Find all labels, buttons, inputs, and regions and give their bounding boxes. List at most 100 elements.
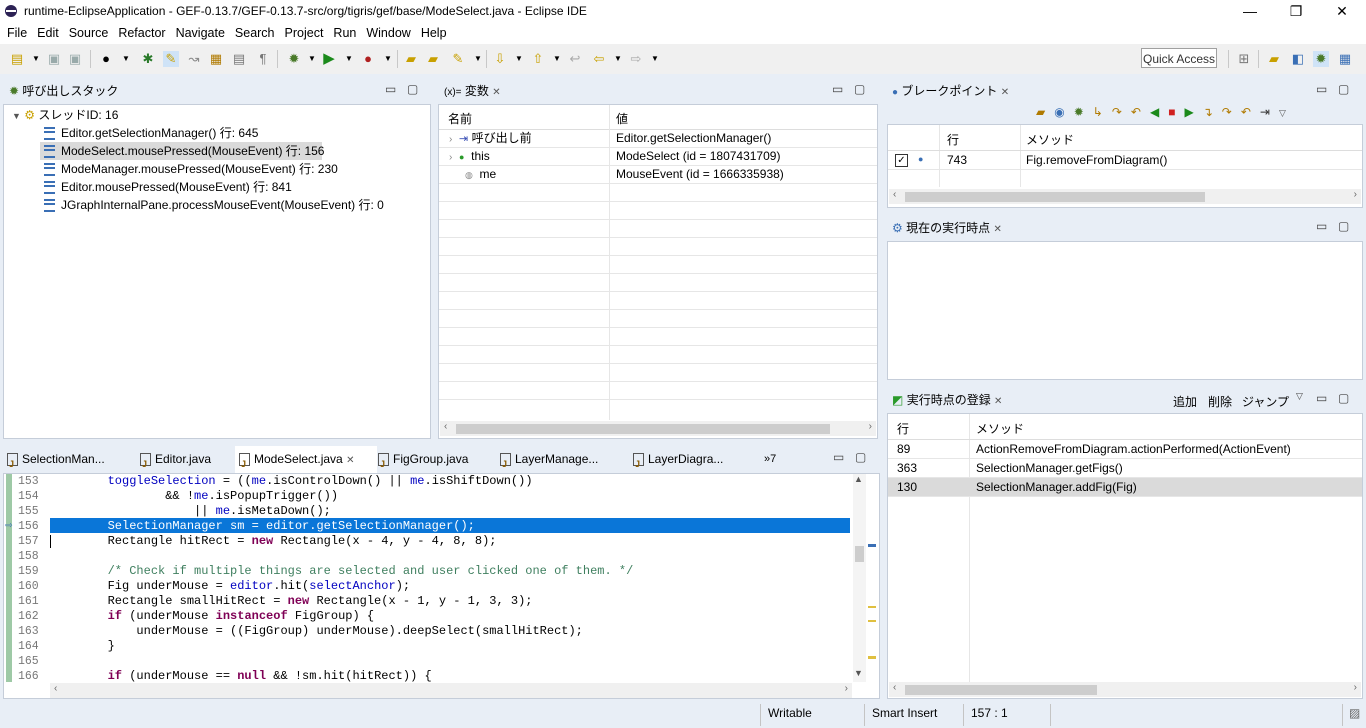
menu-navigate[interactable]: Navigate	[171, 24, 230, 40]
minimize-view-icon[interactable]: ▭	[385, 82, 396, 96]
java-ee-perspective-icon[interactable]: ▰	[1266, 51, 1282, 67]
close-button[interactable]: ✕	[1319, 0, 1365, 24]
quick-access-input[interactable]: Quick Access	[1141, 48, 1217, 68]
menu-help[interactable]: Help	[416, 24, 452, 40]
stack-frame[interactable]: ModeManager.mousePressed(MouseEvent) 行: …	[44, 160, 338, 178]
column-header-line[interactable]: 行	[897, 420, 909, 437]
column-header-method[interactable]: メソッド	[976, 420, 1024, 437]
column-header-method[interactable]: メソッド	[1026, 131, 1074, 148]
open-type-icon[interactable]: ▰	[425, 51, 441, 67]
chevron-down-icon[interactable]: ▼	[118, 51, 134, 67]
thread-node[interactable]: ▼ ⚙ スレッドID: 16	[12, 106, 118, 124]
tab-selectionmanager[interactable]: SelectionMan...	[7, 446, 105, 478]
minimize-view-icon[interactable]: ▭	[833, 450, 844, 464]
registry-line[interactable]: 130	[897, 478, 917, 496]
breakpoint-toggle-icon[interactable]: ✱	[140, 51, 156, 67]
view-menu-icon[interactable]: ▽	[1296, 391, 1303, 402]
horizontal-scrollbar[interactable]: ‹ ›	[50, 683, 852, 698]
java-perspective-icon[interactable]: ◧	[1290, 51, 1306, 67]
last-edit-icon[interactable]: ↩	[567, 51, 583, 67]
back-icon[interactable]: ⇦	[591, 51, 607, 67]
menu-project[interactable]: Project	[280, 24, 329, 40]
minimize-view-icon[interactable]: ▭	[832, 82, 843, 96]
breakpoint-method[interactable]: Fig.removeFromDiagram()	[1026, 151, 1167, 169]
stack-frame[interactable]: Editor.getSelectionManager() 行: 645	[44, 124, 258, 142]
next-annotation-icon[interactable]: ⇩	[492, 51, 508, 67]
registry-line[interactable]: 363	[897, 459, 917, 477]
breakpoint-toolbar[interactable]: ▰◉✹↳↷↶◀■▶↴↷↶⇥▽	[1036, 105, 1295, 119]
menu-run[interactable]: Run	[328, 24, 361, 40]
overview-marker[interactable]	[868, 656, 876, 659]
variable-row[interactable]: › ● this	[449, 147, 490, 165]
chevron-down-icon[interactable]: ▼	[470, 51, 486, 67]
breakpoint-line[interactable]: 743	[947, 151, 967, 169]
horizontal-scrollbar[interactable]: ‹ ›	[889, 189, 1361, 204]
save-icon[interactable]: ▣	[46, 51, 62, 67]
notification-icon[interactable]: ▨	[1349, 706, 1360, 720]
overview-marker[interactable]	[868, 606, 876, 622]
menu-file[interactable]: File	[2, 24, 32, 40]
code-editor[interactable]: ⇨ 153 toggleSelection = ((me.isControlDo…	[3, 473, 880, 699]
chevron-down-icon[interactable]: ▼	[511, 51, 527, 67]
menu-edit[interactable]: Edit	[32, 24, 64, 40]
debug-icon[interactable]: ✹	[286, 51, 302, 67]
tab-registry[interactable]: ◩ 実行時点の登録 ✕	[886, 387, 1009, 413]
perspective-icon[interactable]: ●	[98, 51, 114, 67]
tab-variables[interactable]: (x)= 変数 ✕	[438, 78, 507, 104]
restore-button[interactable]: ❐	[1273, 0, 1319, 24]
list-icon[interactable]: ▤	[231, 51, 247, 67]
menu-source[interactable]: Source	[64, 24, 114, 40]
stack-frame[interactable]: Editor.mousePressed(MouseEvent) 行: 841	[44, 178, 292, 196]
breakpoint-checkbox[interactable]: ✓	[895, 154, 908, 167]
tab-callstack[interactable]: ✹ 呼び出しスタック	[3, 78, 125, 104]
paragraph-icon[interactable]: ¶	[255, 51, 271, 67]
overview-marker[interactable]	[868, 544, 876, 547]
resource-perspective-icon[interactable]: ▦	[1337, 51, 1353, 67]
chevron-down-icon[interactable]: ▼	[647, 51, 663, 67]
new-icon[interactable]: ▤	[9, 51, 25, 67]
more-tabs-button[interactable]: »7	[764, 446, 776, 473]
column-header-name[interactable]: 名前	[448, 110, 472, 127]
tab-layerdiagram[interactable]: LayerDiagra...	[633, 446, 723, 478]
save-all-icon[interactable]: ▣	[67, 51, 83, 67]
step-icon[interactable]: ↝	[186, 51, 202, 67]
highlight-icon[interactable]: ✎	[163, 51, 179, 67]
maximize-view-icon[interactable]: ▢	[1338, 82, 1349, 96]
minimize-button[interactable]: —	[1227, 0, 1273, 24]
menu-refactor[interactable]: Refactor	[113, 24, 170, 40]
add-button[interactable]: 追加	[1173, 393, 1197, 410]
minimize-view-icon[interactable]: ▭	[1316, 82, 1327, 96]
menu-search[interactable]: Search	[230, 24, 280, 40]
prev-annotation-icon[interactable]: ⇧	[530, 51, 546, 67]
vertical-scrollbar[interactable]: ▲ ▼	[853, 474, 866, 682]
minimize-view-icon[interactable]: ▭	[1316, 391, 1327, 405]
external-tools-icon[interactable]: ●	[360, 51, 376, 67]
chevron-down-icon[interactable]: ▼	[28, 51, 44, 67]
run-icon[interactable]: ▶	[321, 51, 337, 67]
maximize-view-icon[interactable]: ▢	[407, 82, 418, 96]
menu-window[interactable]: Window	[361, 24, 415, 40]
maximize-view-icon[interactable]: ▢	[855, 450, 866, 464]
registry-method[interactable]: SelectionManager.addFig(Fig)	[976, 478, 1137, 496]
column-header-line[interactable]: 行	[947, 131, 959, 148]
column-header-value[interactable]: 値	[616, 110, 628, 127]
chevron-down-icon[interactable]: ▼	[304, 51, 320, 67]
delete-button[interactable]: 削除	[1208, 393, 1232, 410]
maximize-view-icon[interactable]: ▢	[854, 82, 865, 96]
tab-editor[interactable]: Editor.java	[140, 446, 211, 478]
task-icon[interactable]: ▦	[208, 51, 224, 67]
stack-frame-selected[interactable]: ModeSelect.mousePressed(MouseEvent) 行: 1…	[40, 142, 324, 160]
jump-button[interactable]: ジャンプ	[1242, 393, 1289, 410]
horizontal-scrollbar[interactable]: ‹ ›	[440, 421, 876, 436]
chevron-down-icon[interactable]: ▼	[341, 51, 357, 67]
minimize-view-icon[interactable]: ▭	[1316, 219, 1327, 233]
tab-figgroup[interactable]: FigGroup.java	[378, 446, 468, 478]
variable-row[interactable]: ◍ me	[465, 165, 496, 183]
tab-modeselect[interactable]: ModeSelect.java ✕	[235, 446, 377, 478]
debug-perspective-icon[interactable]: ✹	[1313, 51, 1329, 67]
chevron-down-icon[interactable]: ▼	[549, 51, 565, 67]
stack-frame[interactable]: JGraphInternalPane.processMouseEvent(Mou…	[44, 196, 384, 214]
registry-line[interactable]: 89	[897, 440, 910, 458]
forward-icon[interactable]: ⇨	[628, 51, 644, 67]
tab-current-point[interactable]: ⚙ 現在の実行時点 ✕	[886, 215, 1008, 241]
